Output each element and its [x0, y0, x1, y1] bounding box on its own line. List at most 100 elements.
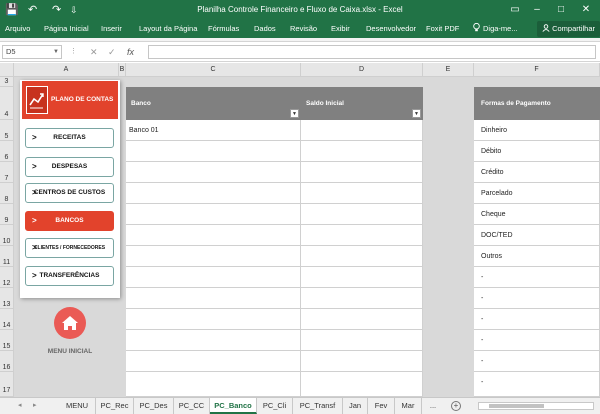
formula-input[interactable]: [148, 45, 596, 59]
forma-pagamento-cell[interactable]: -: [474, 330, 600, 351]
despesas-button[interactable]: > DESPESAS: [25, 157, 114, 177]
enter-icon[interactable]: ✓: [108, 45, 116, 59]
banco-cell[interactable]: [126, 267, 301, 288]
home-button[interactable]: [54, 307, 86, 339]
saldo-cell[interactable]: [301, 246, 423, 267]
saldo-cell[interactable]: [301, 141, 423, 162]
row-header-8[interactable]: 8: [0, 183, 14, 204]
row-header-5[interactable]: 5: [0, 120, 14, 141]
sheet-tab-pc-transf[interactable]: PC_Transf: [293, 398, 343, 414]
sheet-tab-jan[interactable]: Jan: [343, 398, 368, 414]
next-sheet-icon[interactable]: ▸: [33, 398, 37, 414]
column-header-d[interactable]: D: [301, 63, 423, 77]
clientes-fornecedores-button[interactable]: > CLIENTES / FORNECEDORES: [25, 238, 114, 258]
row-header-7[interactable]: 7: [0, 162, 14, 183]
saldo-cell[interactable]: [301, 309, 423, 330]
name-box[interactable]: D5 ▼: [2, 45, 62, 59]
row-header-15[interactable]: 15: [0, 330, 14, 351]
filter-dropdown-icon[interactable]: ▼: [290, 109, 299, 118]
tell-me-input[interactable]: Diga-me...: [483, 20, 518, 38]
filter-dropdown-icon[interactable]: ▼: [412, 109, 421, 118]
forma-pagamento-cell[interactable]: -: [474, 288, 600, 309]
receitas-button[interactable]: > RECEITAS: [25, 128, 114, 148]
banco-cell[interactable]: [126, 204, 301, 225]
sheet-tab-pc-rec[interactable]: PC_Rec: [96, 398, 134, 414]
sheet-tab-pc-cli[interactable]: PC_Cli: [257, 398, 293, 414]
forma-pagamento-cell[interactable]: Outros: [474, 246, 600, 267]
saldo-cell[interactable]: [301, 204, 423, 225]
saldo-cell[interactable]: [301, 288, 423, 309]
row-header-16[interactable]: 16: [0, 351, 14, 372]
more-sheets-button[interactable]: ...: [424, 398, 442, 414]
column-header-a[interactable]: A: [14, 63, 119, 77]
saldo-cell[interactable]: [301, 225, 423, 246]
banco-cell[interactable]: Banco 01: [126, 120, 301, 141]
chevron-down-icon[interactable]: ▼: [53, 46, 59, 58]
row-header-11[interactable]: 11: [0, 246, 14, 267]
banco-cell[interactable]: [126, 141, 301, 162]
sheet-tab-pc-cc[interactable]: PC_CC: [174, 398, 210, 414]
row-header-9[interactable]: 9: [0, 204, 14, 225]
saldo-cell[interactable]: [301, 351, 423, 372]
sheet-tab-pc-banco[interactable]: PC_Banco: [210, 398, 257, 414]
insert-function-icon[interactable]: fx: [127, 45, 134, 59]
tab-exibir[interactable]: Exibir: [331, 20, 350, 38]
row-header-12[interactable]: 12: [0, 267, 14, 288]
tab-formulas[interactable]: Fórmulas: [208, 20, 239, 38]
banco-cell[interactable]: [126, 309, 301, 330]
saldo-cell[interactable]: [301, 183, 423, 204]
forma-pagamento-cell[interactable]: DOC/TED: [474, 225, 600, 246]
bancos-button[interactable]: > BANCOS: [25, 211, 114, 231]
tab-inserir[interactable]: Inserir: [101, 20, 122, 38]
forma-pagamento-cell[interactable]: Parcelado: [474, 183, 600, 204]
banco-cell[interactable]: [126, 351, 301, 372]
forma-pagamento-cell[interactable]: -: [474, 372, 600, 397]
forma-pagamento-cell[interactable]: Débito: [474, 141, 600, 162]
saldo-cell[interactable]: [301, 162, 423, 183]
tab-arquivo[interactable]: Arquivo: [5, 20, 30, 38]
prev-sheet-icon[interactable]: ◂: [18, 398, 22, 414]
forma-pagamento-cell[interactable]: Crédito: [474, 162, 600, 183]
row-header-4[interactable]: 4: [0, 87, 14, 120]
row-header-6[interactable]: 6: [0, 141, 14, 162]
row-header-14[interactable]: 14: [0, 309, 14, 330]
banco-cell[interactable]: [126, 183, 301, 204]
forma-pagamento-cell[interactable]: -: [474, 267, 600, 288]
centros-de-custos-button[interactable]: > CENTROS DE CUSTOS: [25, 183, 114, 203]
share-button[interactable]: Compartilhar: [536, 21, 600, 37]
minimize-icon[interactable]: –: [528, 0, 546, 20]
banco-cell[interactable]: [126, 288, 301, 309]
tab-pagina-inicial[interactable]: Página Inicial: [44, 20, 89, 38]
row-header-10[interactable]: 10: [0, 225, 14, 246]
select-all-corner[interactable]: [0, 63, 14, 77]
transferencias-button[interactable]: > TRANSFERÊNCIAS: [25, 266, 114, 286]
saldo-cell[interactable]: [301, 120, 423, 141]
forma-pagamento-cell[interactable]: -: [474, 309, 600, 330]
banco-cell[interactable]: [126, 225, 301, 246]
tab-dados[interactable]: Dados: [254, 20, 276, 38]
tab-foxit-pdf[interactable]: Foxit PDF: [426, 20, 459, 38]
maximize-icon[interactable]: □: [552, 0, 570, 20]
column-header-c[interactable]: C: [126, 63, 301, 77]
horizontal-scrollbar[interactable]: [478, 402, 594, 410]
scrollbar-thumb[interactable]: [489, 404, 544, 408]
ribbon-options-icon[interactable]: ▭: [506, 0, 524, 20]
saldo-cell[interactable]: [301, 330, 423, 351]
column-header-e[interactable]: E: [423, 63, 474, 77]
banco-cell[interactable]: [126, 162, 301, 183]
tab-desenvolvedor[interactable]: Desenvolvedor: [366, 20, 416, 38]
sheet-tab-mar[interactable]: Mar: [395, 398, 422, 414]
row-header-3[interactable]: 3: [0, 77, 14, 87]
row-header-17[interactable]: 17: [0, 372, 14, 397]
sheet-tab-menu[interactable]: MENU: [59, 398, 96, 414]
tab-layout-da-pagina[interactable]: Layout da Página: [139, 20, 197, 38]
row-header-13[interactable]: 13: [0, 288, 14, 309]
tab-revisao[interactable]: Revisão: [290, 20, 317, 38]
banco-cell[interactable]: [126, 372, 301, 397]
banco-cell[interactable]: [126, 246, 301, 267]
add-sheet-icon[interactable]: +: [451, 401, 461, 411]
forma-pagamento-cell[interactable]: -: [474, 351, 600, 372]
sheet-tab-fev[interactable]: Fev: [368, 398, 395, 414]
close-icon[interactable]: ✕: [577, 0, 595, 20]
forma-pagamento-cell[interactable]: Dinheiro: [474, 120, 600, 141]
